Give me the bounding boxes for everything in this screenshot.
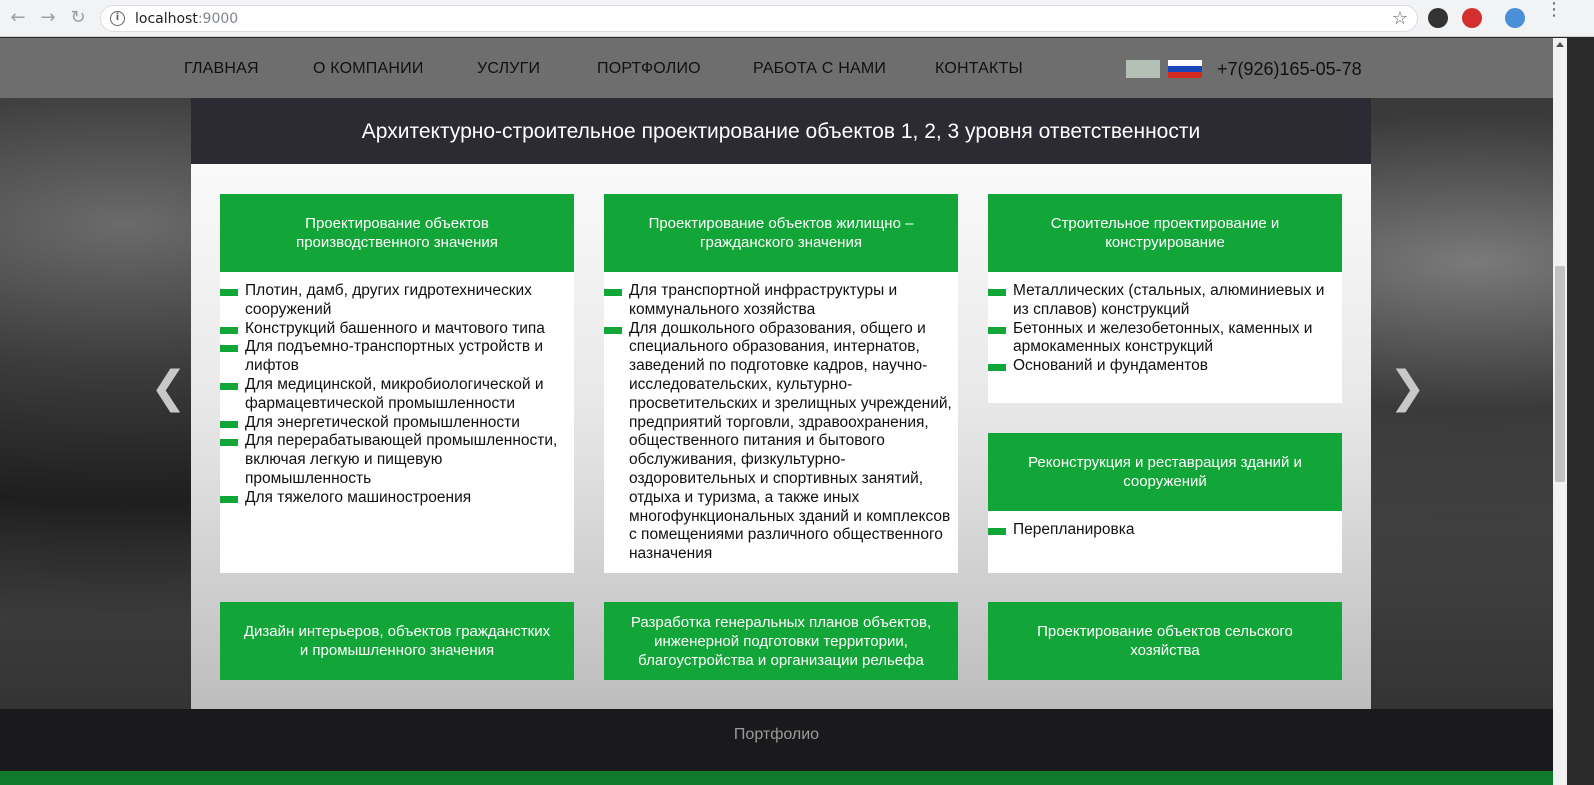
reload-icon[interactable]: ↻: [68, 8, 88, 28]
top-navigation: ГЛАВНАЯ О КОМПАНИИ УСЛУГИ ПОРТФОЛИО РАБО…: [0, 38, 1553, 98]
site-info-icon[interactable]: i: [110, 11, 125, 26]
list-item: Для медицинской, микробиологической и фа…: [220, 376, 570, 414]
bullet-icon: [220, 420, 238, 428]
bullet-icon: [604, 326, 622, 334]
list-item: Бетонных и железобетонных, каменных и ар…: [988, 320, 1338, 358]
list-item: Для транспортной инфраструктуры и коммун…: [604, 282, 954, 320]
card-title-construction[interactable]: Строительное проектирование и конструиро…: [988, 194, 1342, 272]
bullet-icon: [988, 326, 1006, 334]
page-scrollbar[interactable]: [1553, 38, 1567, 785]
nav-item-about[interactable]: О КОМПАНИИ: [313, 60, 424, 78]
nav-item-home[interactable]: ГЛАВНАЯ: [184, 60, 259, 78]
bullet-icon: [988, 528, 1006, 535]
scroll-up-icon[interactable]: [1556, 42, 1564, 47]
card-body-residential: Для транспортной инфраструктуры и коммун…: [604, 272, 958, 573]
browser-menu-icon[interactable]: ⋮: [1545, 1, 1563, 19]
services-panel: Архитектурно-строительное проектирование…: [191, 98, 1371, 709]
phone-number[interactable]: +7(926)165-05-78: [1217, 59, 1362, 80]
nav-item-work-with-us[interactable]: РАБОТА С НАМИ: [753, 60, 886, 78]
page-viewport: ГЛАВНАЯ О КОМПАНИИ УСЛУГИ ПОРТФОЛИО РАБО…: [0, 38, 1553, 785]
panel-header: Архитектурно-строительное проектирование…: [191, 98, 1371, 164]
card-title-residential[interactable]: Проектирование объектов жилищно – гражда…: [604, 194, 958, 272]
nav-item-services[interactable]: УСЛУГИ: [477, 60, 540, 78]
forward-icon[interactable]: →: [38, 8, 58, 28]
bullet-icon: [220, 382, 238, 390]
profile-avatar-icon[interactable]: [1505, 8, 1525, 28]
list-reconstruction: Перепланировка: [988, 511, 1342, 540]
bookmark-star-icon[interactable]: ☆: [1392, 8, 1408, 29]
address-bar[interactable]: i localhost:9000 ☆: [100, 5, 1418, 32]
card-title-reconstruction[interactable]: Реконструкция и реставрация зданий и соо…: [988, 433, 1342, 511]
flag-kz-icon[interactable]: [1126, 60, 1160, 78]
list-construction: Металлических (стальных, алюминиевых и и…: [988, 272, 1342, 376]
bullet-icon: [220, 439, 238, 447]
footer-green-strip: [0, 771, 1553, 785]
bullet-icon: [220, 495, 238, 503]
bullet-icon: [220, 289, 238, 296]
extension-icon[interactable]: [1428, 8, 1448, 28]
card-title-agriculture[interactable]: Проектирование объектов сельского хозяйс…: [988, 602, 1342, 680]
flag-ru-icon[interactable]: [1168, 60, 1202, 78]
card-title-master-plans[interactable]: Разработка генеральных планов объектов, …: [604, 602, 958, 680]
list-item: Для тяжелого машиностроения: [220, 489, 570, 508]
card-title-interior-design[interactable]: Дизайн интерьеров, объектов гражданстких…: [220, 602, 574, 680]
adblock-icon[interactable]: [1462, 8, 1482, 28]
slider-prev-button[interactable]: ❮: [150, 366, 187, 410]
bullet-icon: [988, 364, 1006, 372]
list-industrial: Плотин, дамб, других гидротехнических со…: [220, 272, 574, 508]
browser-toolbar: ← → ↻ i localhost:9000 ☆ ⋮: [0, 0, 1594, 37]
footer-bar: Портфолио: [0, 709, 1553, 771]
card-body-construction: Металлических (стальных, алюминиевых и и…: [988, 272, 1342, 403]
card-title-industrial[interactable]: Проектирование объектов производственног…: [220, 194, 574, 272]
bullet-icon: [220, 326, 238, 334]
list-item: Конструкций башенного и мачтового типа: [220, 320, 570, 339]
panel-title: Архитектурно-строительное проектирование…: [361, 120, 1201, 143]
slider-next-button[interactable]: ❯: [1389, 366, 1426, 410]
bullet-icon: [220, 345, 238, 353]
back-icon[interactable]: ←: [8, 8, 28, 28]
list-item: Для подъемно-транспортных устройств и ли…: [220, 338, 570, 376]
url-text[interactable]: localhost:9000: [135, 11, 238, 27]
list-item: Для перерабатывающей промышленности, вкл…: [220, 432, 570, 488]
footer-portfolio-link[interactable]: Портфолио: [0, 726, 1553, 744]
nav-item-portfolio[interactable]: ПОРТФОЛИО: [597, 60, 701, 78]
bullet-icon: [604, 289, 622, 296]
list-item: Плотин, дамб, других гидротехнических со…: [220, 282, 570, 320]
list-residential: Для транспортной инфраструктуры и коммун…: [604, 272, 958, 564]
card-body-reconstruction: Перепланировка: [988, 511, 1342, 573]
bullet-icon: [988, 289, 1006, 296]
list-item: Для дошкольного образования, общего и сп…: [604, 320, 954, 564]
list-item: Металлических (стальных, алюминиевых и и…: [988, 282, 1338, 320]
scrollbar-thumb[interactable]: [1555, 266, 1565, 482]
card-body-industrial: Плотин, дамб, других гидротехнических со…: [220, 272, 574, 573]
list-item: Перепланировка: [988, 521, 1338, 540]
list-item: Оснований и фундаментов: [988, 357, 1338, 376]
list-item: Для энергетической промышленности: [220, 414, 570, 433]
nav-item-contacts[interactable]: КОНТАКТЫ: [935, 60, 1023, 78]
